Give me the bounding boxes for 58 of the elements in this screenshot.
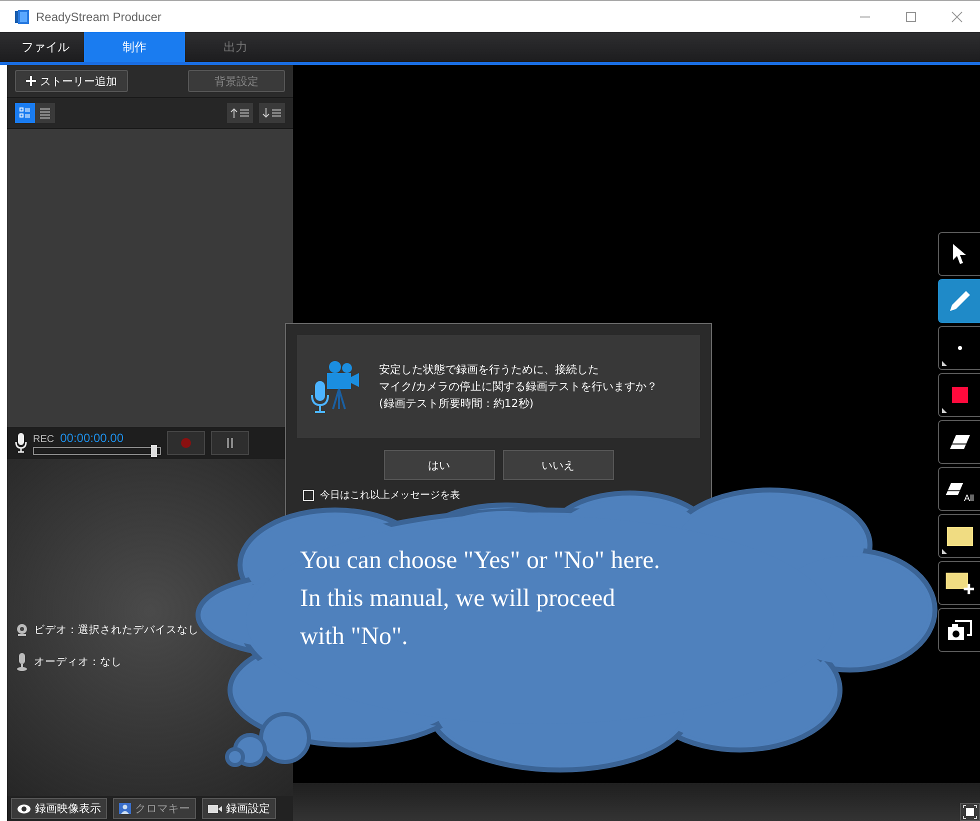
- sort-up-icon: [230, 107, 250, 119]
- app-logo-icon: [14, 8, 30, 24]
- dialog-button[interactable]: はい: [384, 450, 494, 480]
- dialog-button[interactable]: いいえ: [502, 450, 614, 480]
- thumbnail-list-icon: [19, 107, 31, 119]
- dialog-message: (録画テスト所要時間：約12秒): [379, 396, 535, 411]
- maximize-icon: [905, 10, 917, 22]
- thumbnail-list-view-button[interactable]: [15, 103, 35, 123]
- move-up-button[interactable]: [227, 103, 253, 123]
- volume-slider[interactable]: [33, 446, 161, 454]
- audio-device-label: オーディオ：なし: [34, 655, 122, 670]
- tab[interactable]: ファイル: [7, 32, 84, 62]
- plus-icon: [26, 76, 36, 86]
- dialog-message: 安定した状態で録画を行うために、接続した: [379, 362, 600, 377]
- dot-icon: [958, 346, 962, 350]
- cursor-icon: [952, 243, 968, 265]
- camera-icon: [946, 619, 972, 641]
- person-icon: [119, 803, 131, 814]
- eraser-all-tool-button[interactable]: All: [938, 467, 980, 511]
- move-down-button[interactable]: [259, 103, 285, 123]
- list-view-button[interactable]: [35, 103, 55, 123]
- eraser-tool-button[interactable]: [938, 420, 980, 464]
- callout-text: You can choose "Yes" or "No" here. In this manual, we will proceed with "No".: [300, 546, 660, 652]
- dialog-message: マイク/カメラの停止に関する録画テストを行いますか？: [379, 379, 658, 394]
- add-story-button[interactable]: ストーリー追加: [15, 70, 128, 92]
- fullscreen-button[interactable]: [960, 803, 980, 821]
- note-tool-button[interactable]: [938, 514, 980, 558]
- window-title: ReadyStream Producer: [36, 10, 162, 24]
- tool-label: All: [964, 493, 974, 503]
- list-icon: [39, 107, 51, 119]
- video-device-label: ビデオ：選択されたデバイスなし: [34, 623, 199, 638]
- webcam-icon: [15, 623, 29, 638]
- add-sticky-note-icon: [945, 570, 974, 596]
- swatch-tool-button[interactable]: [938, 373, 980, 417]
- note-add-tool-button[interactable]: [938, 561, 980, 605]
- fullscreen-icon: [963, 805, 977, 819]
- dot-tool-button[interactable]: [938, 326, 980, 370]
- pointer-tool-button[interactable]: [938, 232, 980, 276]
- capture-tool-button[interactable]: [938, 608, 980, 652]
- sticky-note-icon: [946, 526, 972, 546]
- toolbar-button[interactable]: 録画設定: [202, 798, 276, 819]
- eraser-icon: [945, 482, 964, 496]
- close-icon: [951, 10, 963, 22]
- dont-show-checkbox[interactable]: 今日はこれ以上メッセージを表: [303, 488, 460, 502]
- toolbar-button[interactable]: 録画映像表示: [11, 798, 107, 819]
- pause-button[interactable]: [211, 430, 249, 454]
- sort-down-icon: [262, 107, 282, 119]
- pen-tool-button[interactable]: [938, 279, 980, 323]
- eraser-icon: [948, 434, 970, 450]
- microphone-icon: [15, 432, 27, 452]
- pause-icon: [226, 438, 234, 448]
- video-camera-icon: [208, 804, 222, 812]
- tab[interactable]: 制作: [84, 32, 185, 62]
- eye-icon: [17, 804, 31, 814]
- recording-time: 00:00:00.00: [60, 430, 124, 444]
- rec-label: REC: [33, 434, 54, 444]
- pen-icon: [948, 289, 972, 313]
- microphone-icon: [15, 653, 29, 672]
